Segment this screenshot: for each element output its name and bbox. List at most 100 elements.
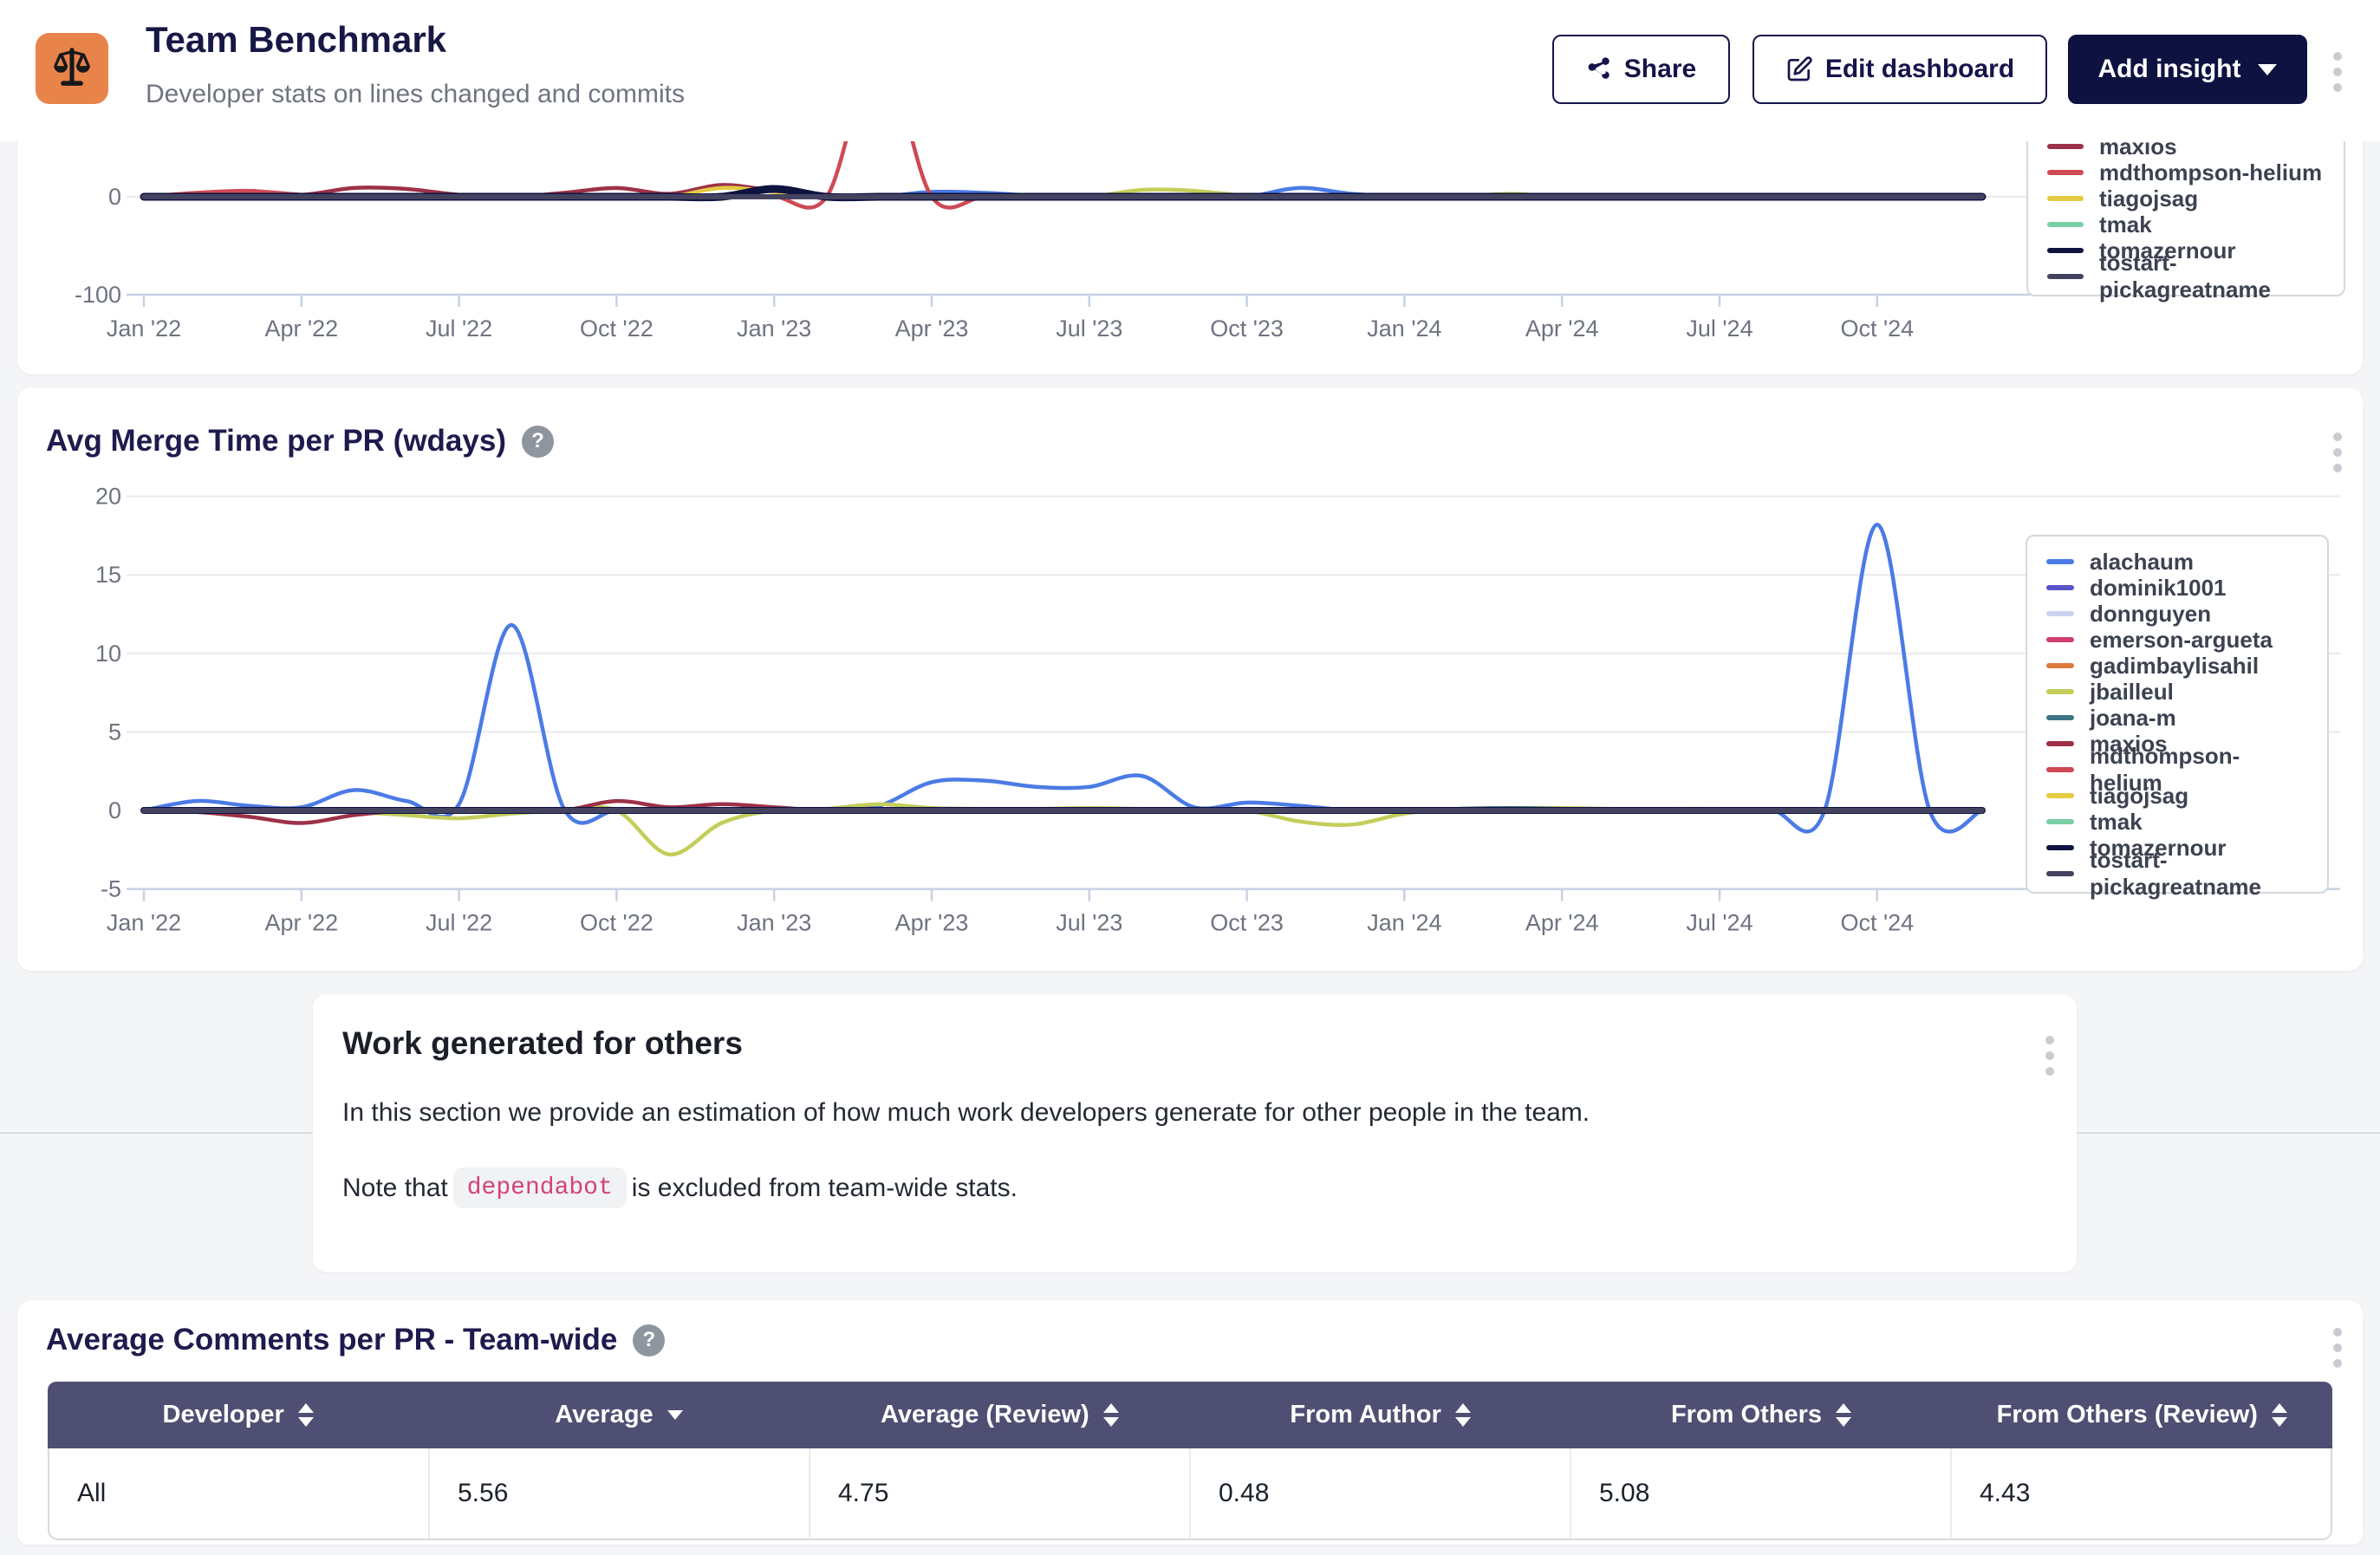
- legend-label: tostart-pickagreatname: [2099, 250, 2325, 303]
- legend-swatch-icon: [2047, 144, 2084, 149]
- column-header[interactable]: Average (Review): [810, 1382, 1190, 1448]
- note-prefix: Note that: [342, 1174, 448, 1203]
- add-insight-button[interactable]: Add insight: [2068, 35, 2307, 104]
- legend-swatch-icon: [2047, 248, 2084, 253]
- svg-text:Jul '23: Jul '23: [1056, 316, 1122, 342]
- card-kebab-menu[interactable]: [2042, 1032, 2058, 1079]
- legend-swatch-icon: [2046, 585, 2074, 590]
- svg-text:15: 15: [95, 562, 121, 588]
- legend-item[interactable]: gadimbaylisahil: [2046, 653, 2308, 679]
- legend-item[interactable]: alachaum: [2046, 549, 2308, 575]
- svg-text:Jan '22: Jan '22: [107, 316, 181, 342]
- svg-text:Jan '23: Jan '23: [737, 910, 811, 936]
- svg-text:Apr '22: Apr '22: [264, 910, 338, 936]
- legend-label: donnguyen: [2090, 601, 2211, 628]
- header-kebab-menu[interactable]: [2330, 49, 2345, 95]
- legend-item[interactable]: tostart-pickagreatname: [2046, 861, 2308, 887]
- svg-text:0: 0: [108, 184, 121, 210]
- legend-label: tostart-pickagreatname: [2090, 847, 2308, 901]
- legend-swatch-icon: [2047, 222, 2084, 227]
- legend-item[interactable]: tostart-pickagreatname: [2047, 264, 2325, 290]
- svg-text:Oct '22: Oct '22: [580, 910, 654, 936]
- svg-text:Oct '23: Oct '23: [1210, 316, 1284, 342]
- legend-item[interactable]: tiagojsag: [2047, 185, 2325, 211]
- legend-swatch-icon: [2046, 767, 2074, 772]
- note-suffix: is excluded from team-wide stats.: [632, 1174, 1018, 1203]
- column-header-label: From Author: [1290, 1401, 1441, 1429]
- svg-text:Jan '24: Jan '24: [1367, 910, 1441, 936]
- legend-swatch-icon: [2046, 663, 2074, 668]
- svg-text:Jan '23: Jan '23: [737, 316, 811, 342]
- table-kebab-menu[interactable]: [2330, 1324, 2345, 1371]
- avg-merge-time-chart-card: Avg Merge Time per PR (wdays) ? Jan '22A…: [17, 387, 2363, 971]
- legend-item[interactable]: tiagojsag: [2046, 783, 2308, 809]
- svg-text:5: 5: [108, 719, 121, 745]
- svg-text:Apr '24: Apr '24: [1525, 910, 1599, 936]
- svg-text:Jul '22: Jul '22: [426, 910, 492, 936]
- legend-item[interactable]: jbailleul: [2046, 679, 2308, 705]
- column-header-label: Average: [555, 1401, 653, 1429]
- page-subtitle: Developer stats on lines changed and com…: [146, 80, 685, 109]
- svg-text:Apr '23: Apr '23: [895, 910, 969, 936]
- legend-item[interactable]: tmak: [2046, 809, 2308, 835]
- legend-swatch-icon: [2046, 715, 2074, 720]
- legend-label: alachaum: [2090, 549, 2194, 576]
- dashboard-logo: [36, 33, 108, 104]
- edit-dashboard-button[interactable]: Edit dashboard: [1752, 35, 2047, 104]
- svg-text:Jan '24: Jan '24: [1367, 316, 1441, 342]
- help-icon[interactable]: ?: [633, 1324, 665, 1357]
- legend-item[interactable]: tmak: [2047, 211, 2325, 237]
- table-cell: 5.56: [428, 1448, 809, 1539]
- comments-table: Developer Average Average (Review) From Aut…: [48, 1382, 2332, 1540]
- chart-title: Avg Merge Time per PR (wdays): [46, 424, 506, 459]
- table-cell: All: [49, 1448, 428, 1539]
- sort-icon: [1836, 1403, 1851, 1427]
- svg-text:Oct '24: Oct '24: [1840, 316, 1914, 342]
- section-note: Note that dependabot is excluded from te…: [342, 1168, 1018, 1208]
- sort-icon: [1103, 1403, 1119, 1427]
- column-header-label: From Others: [1671, 1401, 1822, 1429]
- share-button-label: Share: [1624, 55, 1696, 84]
- legend-item[interactable]: mdthompson-helium: [2047, 159, 2325, 185]
- svg-text:Jul '24: Jul '24: [1686, 316, 1752, 342]
- svg-text:Oct '22: Oct '22: [580, 316, 654, 342]
- svg-text:20: 20: [95, 484, 121, 510]
- table-title: Average Comments per PR - Team-wide: [46, 1323, 617, 1357]
- add-insight-label: Add insight: [2098, 55, 2241, 84]
- column-header[interactable]: From Others (Review): [1952, 1382, 2332, 1448]
- table-cell: 5.08: [1570, 1448, 1950, 1539]
- legend-swatch-icon: [2047, 274, 2084, 279]
- sort-icon: [2272, 1403, 2287, 1427]
- svg-text:Apr '24: Apr '24: [1525, 316, 1599, 342]
- column-header[interactable]: From Author: [1190, 1382, 1570, 1448]
- svg-text:Apr '23: Apr '23: [895, 316, 969, 342]
- legend-item[interactable]: donnguyen: [2046, 601, 2308, 627]
- svg-text:-5: -5: [101, 876, 121, 902]
- page-title: Team Benchmark: [146, 19, 446, 61]
- legend-item[interactable]: joana-m: [2046, 705, 2308, 731]
- legend-swatch-icon: [2046, 637, 2074, 642]
- svg-text:Oct '23: Oct '23: [1210, 910, 1284, 936]
- work-generated-card: Work generated for others In this sectio…: [313, 994, 2077, 1272]
- section-paragraph: In this section we provide an estimation…: [342, 1098, 1590, 1128]
- sort-icon: [1455, 1403, 1471, 1427]
- share-button[interactable]: Share: [1552, 35, 1730, 104]
- legend-item[interactable]: mdthompson-helium: [2046, 757, 2308, 783]
- legend-swatch-icon: [2046, 819, 2074, 824]
- legend-swatch-icon: [2046, 871, 2074, 876]
- column-header[interactable]: Developer: [48, 1382, 428, 1448]
- legend-swatch-icon: [2046, 611, 2074, 616]
- legend-item[interactable]: dominik1001: [2046, 575, 2308, 601]
- sort-icon: [298, 1403, 314, 1427]
- legend-label: emerson-argueta: [2090, 627, 2273, 654]
- line-chart: Jan '22Apr '22Jul '22Oct '22Jan '23Apr '…: [17, 387, 2363, 971]
- help-icon[interactable]: ?: [522, 426, 554, 458]
- edit-icon: [1785, 55, 1813, 83]
- column-header[interactable]: Average: [428, 1382, 809, 1448]
- section-title: Work generated for others: [342, 1025, 743, 1062]
- legend-label: tmak: [2090, 809, 2143, 836]
- legend-item[interactable]: emerson-argueta: [2046, 627, 2308, 653]
- chevron-down-icon: [2258, 64, 2277, 75]
- legend-label: gadimbaylisahil: [2090, 653, 2259, 680]
- column-header[interactable]: From Others: [1570, 1382, 1951, 1448]
